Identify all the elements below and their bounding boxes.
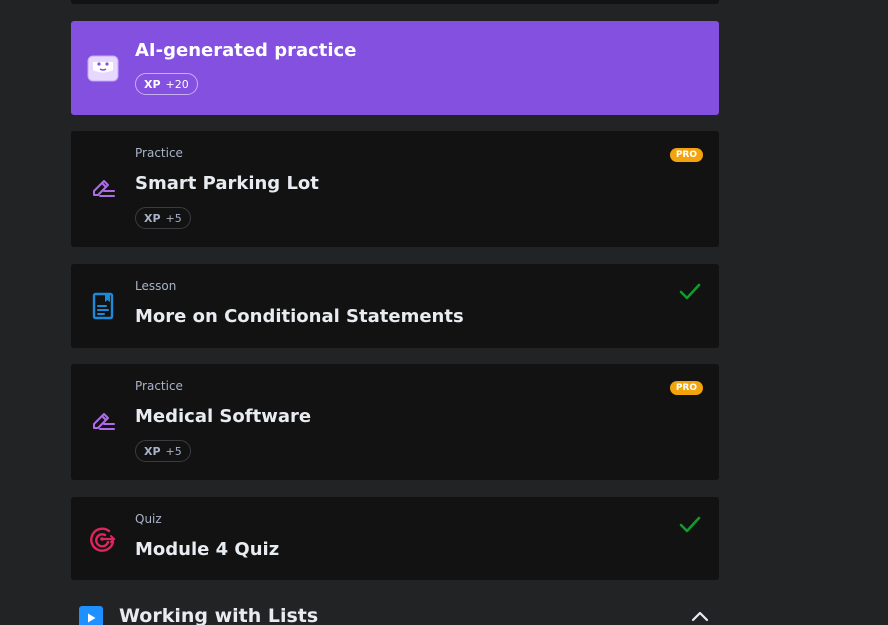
xp-badge: XP +20 [135,73,198,95]
pro-badge: PRO [669,148,703,162]
practice-card-smart-parking-lot[interactable]: PRO Practice Smart Parking Lot XP +5 [71,131,719,247]
xp-badge: XP +5 [135,440,191,462]
document-bookmark-icon [87,290,119,322]
module-content-page: AI-generated practice XP +20 PRO Practic… [0,0,888,625]
section-title: Working with Lists [119,605,319,625]
card-title: AI-generated practice [135,40,357,61]
check-icon [679,516,701,533]
lesson-card-conditional-statements[interactable]: Lesson More on Conditional Statements [71,264,719,348]
xp-badge: XP +5 [135,207,191,229]
card-title: Medical Software [135,406,312,427]
card-category: Quiz [135,512,162,526]
chevron-up-icon[interactable] [691,610,709,622]
target-arrow-icon [87,523,119,555]
ai-practice-card[interactable]: AI-generated practice XP +20 [71,21,719,115]
practice-card-medical-software[interactable]: PRO Practice Medical Software XP +5 [71,364,719,480]
pencil-lines-icon [87,173,119,205]
check-icon [679,283,701,300]
xp-label: XP [144,211,161,225]
pencil-lines-icon [87,406,119,438]
xp-label: XP [144,444,161,458]
card-title: More on Conditional Statements [135,306,464,327]
xp-label: XP [144,77,161,91]
pro-badge: PRO [669,381,703,395]
card-category: Lesson [135,279,177,293]
robot-box-icon [87,52,119,84]
card-title: Module 4 Quiz [135,539,280,560]
previous-card-edge[interactable] [71,0,719,4]
quiz-card-module-4[interactable]: Quiz Module 4 Quiz [71,497,719,580]
card-title: Smart Parking Lot [135,173,319,194]
xp-value: +5 [165,444,182,458]
xp-value: +20 [165,77,189,91]
xp-value: +5 [165,211,182,225]
card-category: Practice [135,379,183,393]
section-header-working-with-lists[interactable]: Working with Lists [79,604,719,625]
card-category: Practice [135,146,183,160]
play-icon [79,606,103,625]
